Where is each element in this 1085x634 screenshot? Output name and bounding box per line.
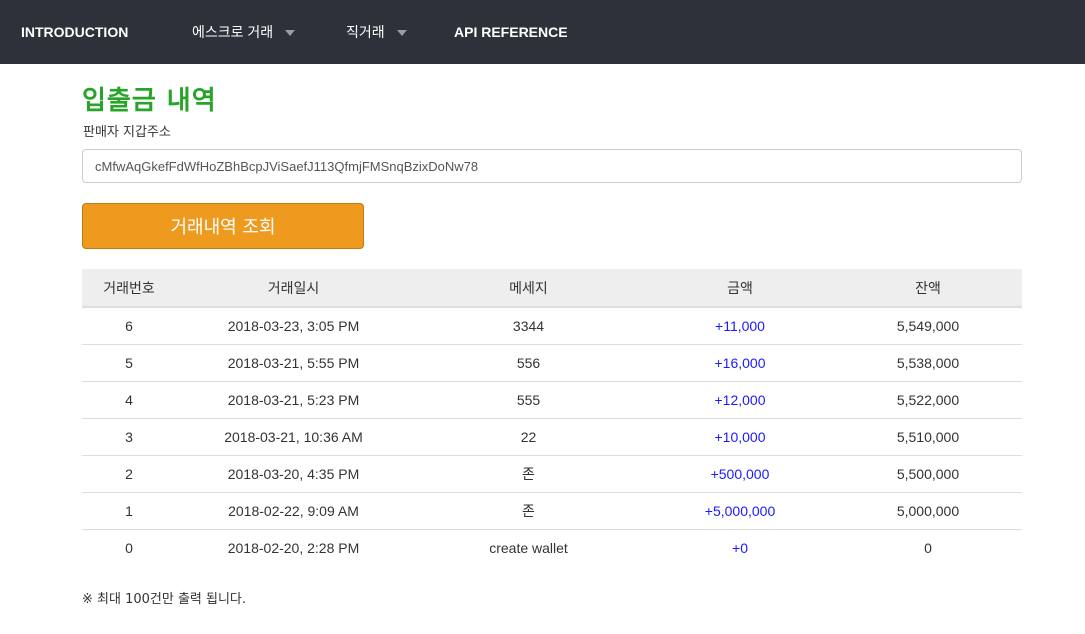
cell-tx-number: 1 bbox=[82, 491, 176, 529]
nav-direct-dropdown[interactable]: 직거래 bbox=[346, 0, 407, 64]
chevron-down-icon bbox=[285, 30, 296, 36]
header-tx-number: 거래번호 bbox=[82, 269, 176, 308]
cell-balance: 5,000,000 bbox=[834, 491, 1022, 529]
table-row: 2 2018-03-20, 4:35 PM 존 +500,000 5,500,0… bbox=[82, 454, 1022, 492]
cell-balance: 5,549,000 bbox=[896, 317, 960, 334]
cell-balance: 0 bbox=[834, 528, 1022, 566]
nav-api-reference-label: API REFERENCE bbox=[454, 24, 568, 40]
cell-tx-number: 2 bbox=[82, 454, 176, 492]
chevron-down-icon bbox=[396, 30, 407, 36]
cell-message: create wallet bbox=[411, 528, 646, 566]
cell-amount: +10,000 bbox=[646, 417, 834, 455]
table-row: 1 2018-02-22, 9:09 AM 존 +5,000,000 5,000… bbox=[82, 491, 1022, 529]
top-navbar: INTRODUCTION 에스크로 거래 직거래 API REFERENCE bbox=[0, 0, 1085, 64]
table-row: 5 2018-03-21, 5:55 PM 556 +16,000 5,538,… bbox=[82, 343, 1022, 381]
cell-amount: +12,000 bbox=[646, 380, 834, 418]
cell-message: 3344 bbox=[512, 317, 545, 334]
nav-escrow-label: 에스크로 거래 bbox=[192, 24, 274, 40]
transaction-table: 거래번호 거래일시 메세지 금액 잔액 6 2018-03-23, 3:05 P… bbox=[82, 269, 1022, 566]
max-results-note: ※ 최대 100건만 출력 됩니다. bbox=[82, 592, 247, 607]
cell-tx-date: 2018-02-20, 2:28 PM bbox=[176, 528, 411, 566]
cell-tx-date: 2018-03-23, 3:05 PM bbox=[227, 317, 360, 334]
header-balance: 잔액 bbox=[834, 269, 1022, 308]
header-amount: 금액 bbox=[646, 269, 834, 308]
cell-amount: +500,000 bbox=[646, 454, 834, 492]
nav-introduction[interactable]: INTRODUCTION bbox=[21, 0, 128, 64]
cell-tx-number: 4 bbox=[82, 380, 176, 418]
cell-tx-date: 2018-03-21, 5:55 PM bbox=[176, 343, 411, 381]
cell-amount: +5,000,000 bbox=[646, 491, 834, 529]
cell-tx-date: 2018-03-21, 10:36 AM bbox=[176, 417, 411, 455]
cell-tx-date: 2018-03-20, 4:35 PM bbox=[176, 454, 411, 492]
address-label: 판매자 지갑주소 bbox=[83, 125, 171, 140]
page-title: 입출금 내역 bbox=[82, 86, 217, 116]
cell-amount: +0 bbox=[646, 528, 834, 566]
header-tx-date: 거래일시 bbox=[176, 269, 411, 308]
cell-balance: 5,510,000 bbox=[834, 417, 1022, 455]
cell-amount: +16,000 bbox=[646, 343, 834, 381]
cell-tx-number: 5 bbox=[82, 343, 176, 381]
seller-wallet-address-input[interactable] bbox=[82, 149, 1022, 183]
cell-amount: +11,000 bbox=[715, 317, 765, 334]
cell-tx-number: 3 bbox=[82, 417, 176, 455]
nav-api-reference[interactable]: API REFERENCE bbox=[454, 0, 568, 64]
table-row: 4 2018-03-21, 5:23 PM 555 +12,000 5,522,… bbox=[82, 380, 1022, 418]
cell-tx-date: 2018-03-21, 5:23 PM bbox=[176, 380, 411, 418]
search-history-button[interactable]: 거래내역 조회 bbox=[82, 203, 364, 249]
cell-tx-number: 6 bbox=[125, 317, 133, 334]
cell-tx-date: 2018-02-22, 9:09 AM bbox=[176, 491, 411, 529]
cell-balance: 5,522,000 bbox=[834, 380, 1022, 418]
cell-balance: 5,500,000 bbox=[834, 454, 1022, 492]
header-message: 메세지 bbox=[411, 269, 646, 308]
table-row: 3 2018-03-21, 10:36 AM 22 +10,000 5,510,… bbox=[82, 417, 1022, 455]
cell-message: 555 bbox=[411, 380, 646, 418]
table-row: 0 2018-02-20, 2:28 PM create wallet +0 0 bbox=[82, 528, 1022, 566]
table-row: 6 2018-03-23, 3:05 PM 3344 +11,000 5,549… bbox=[82, 307, 1022, 344]
cell-tx-number: 0 bbox=[82, 528, 176, 566]
cell-message: 22 bbox=[411, 417, 646, 455]
cell-message: 존 bbox=[411, 454, 646, 492]
cell-message: 556 bbox=[411, 343, 646, 381]
nav-introduction-label: INTRODUCTION bbox=[21, 24, 129, 40]
nav-escrow-dropdown[interactable]: 에스크로 거래 bbox=[192, 0, 296, 64]
cell-message: 존 bbox=[411, 491, 646, 529]
nav-direct-label: 직거래 bbox=[346, 24, 385, 40]
table-header-row: 거래번호 거래일시 메세지 금액 잔액 bbox=[82, 269, 1022, 308]
cell-balance: 5,538,000 bbox=[834, 343, 1022, 381]
